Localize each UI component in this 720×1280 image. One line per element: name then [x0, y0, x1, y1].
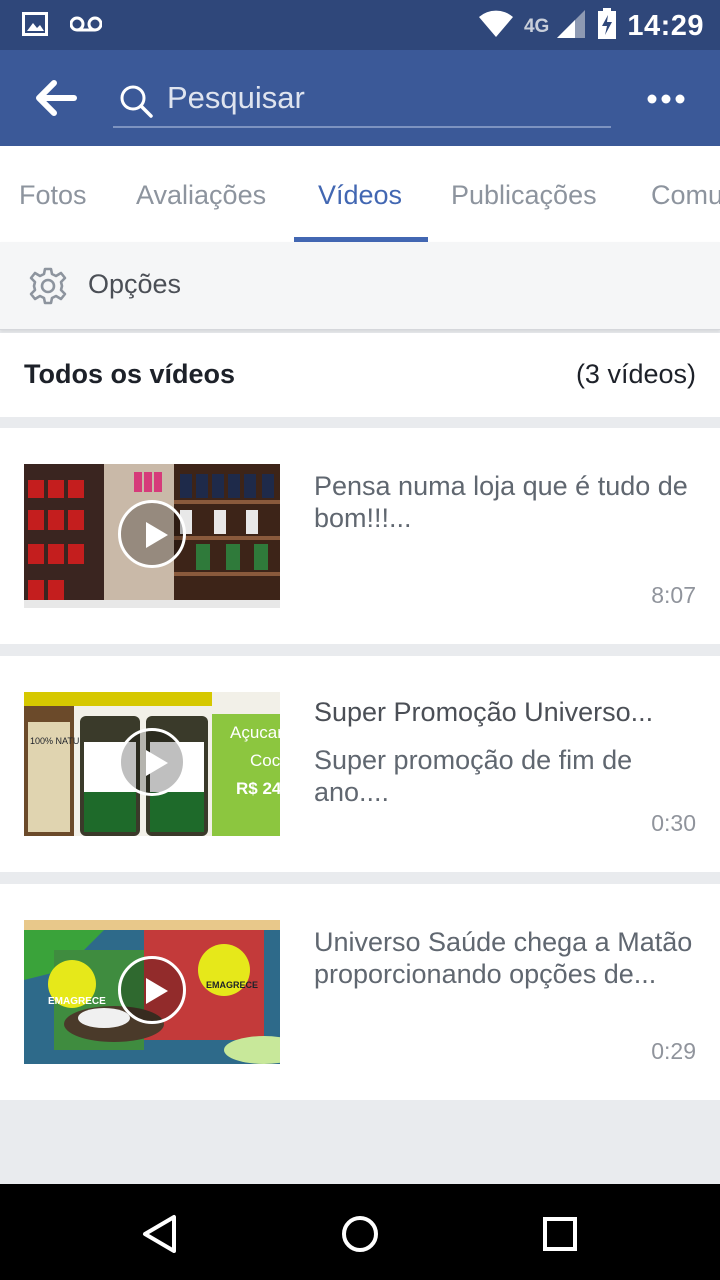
tab-avaliacoes[interactable]: Avaliações [136, 146, 266, 242]
image-icon [22, 12, 48, 41]
video-duration: 8:07 [651, 582, 696, 608]
section-title: Todos os vídeos [24, 359, 236, 389]
search-icon [120, 85, 153, 118]
video-thumbnail[interactable]: 100% NATURAL Açucar Coco R$ 24, [24, 692, 280, 836]
tab-publicacoes[interactable]: Publicações [451, 146, 597, 242]
tab-bar: Fotos Avaliações Vídeos Publicações Comu [0, 146, 720, 242]
home-circle-icon [342, 1216, 378, 1252]
svg-text:Açucar: Açucar [230, 723, 280, 742]
video-item-3[interactable]: EMAGRECE EMAGRECE Universo Saúde chega a… [0, 884, 720, 1100]
videos-header: Todos os vídeos (3 vídeos) [0, 333, 720, 417]
play-icon[interactable] [118, 728, 186, 796]
system-nav-bar [0, 1184, 720, 1280]
status-bar: 4G 14:29 [0, 0, 720, 50]
nav-recents-button[interactable] [538, 1212, 582, 1256]
options-row[interactable]: Opções [0, 242, 720, 330]
video-thumbnail[interactable] [24, 464, 280, 608]
tab-fotos[interactable]: Fotos [19, 146, 87, 242]
play-icon[interactable] [118, 956, 186, 1024]
recents-square-icon [543, 1217, 577, 1251]
signal-icon [555, 8, 587, 45]
nav-back-button[interactable] [138, 1212, 182, 1256]
gear-icon [29, 267, 67, 305]
battery-charging-icon [597, 8, 617, 45]
svg-text:R$ 24,: R$ 24, [236, 779, 280, 798]
back-triangle-icon [143, 1215, 176, 1253]
video-description: Universo Saúde chega a Matão proporciona… [314, 927, 693, 989]
video-description: Super promoção de fim de ano.... [314, 745, 633, 807]
network-type: 4G [523, 15, 550, 37]
video-duration: 0:30 [651, 810, 696, 836]
svg-text:EMAGRECE: EMAGRECE [48, 996, 106, 1007]
video-item-1[interactable]: Pensa numa loja que é tudo de bom!!!... … [0, 428, 720, 644]
video-description: Pensa numa loja que é tudo de bom!!!... [314, 471, 688, 533]
search-input[interactable] [167, 78, 587, 118]
play-icon[interactable] [118, 500, 186, 568]
clock: 14:29 [627, 10, 704, 42]
search-bar[interactable] [113, 72, 611, 128]
svg-text:EMAGRECE: EMAGRECE [206, 980, 258, 990]
app-bar [0, 50, 720, 146]
nav-home-button[interactable] [338, 1212, 382, 1256]
back-arrow-icon [36, 80, 77, 116]
wifi-icon [478, 9, 514, 44]
options-label: Opções [88, 269, 182, 299]
video-item-2[interactable]: 100% NATURAL Açucar Coco R$ 24, Super Pr… [0, 656, 720, 872]
more-horizontal-icon [647, 94, 685, 104]
video-thumbnail[interactable]: EMAGRECE EMAGRECE [24, 920, 280, 1064]
more-options-button[interactable] [646, 88, 686, 110]
video-title: Super Promoção Universo... [314, 697, 654, 727]
video-duration: 0:29 [651, 1038, 696, 1064]
svg-text:Coco: Coco [250, 751, 280, 770]
video-count: (3 vídeos) [575, 359, 696, 389]
tab-videos[interactable]: Vídeos [318, 146, 402, 242]
back-button[interactable] [34, 78, 78, 118]
tab-comunidade[interactable]: Comu [651, 146, 720, 242]
voicemail-icon [69, 15, 103, 38]
